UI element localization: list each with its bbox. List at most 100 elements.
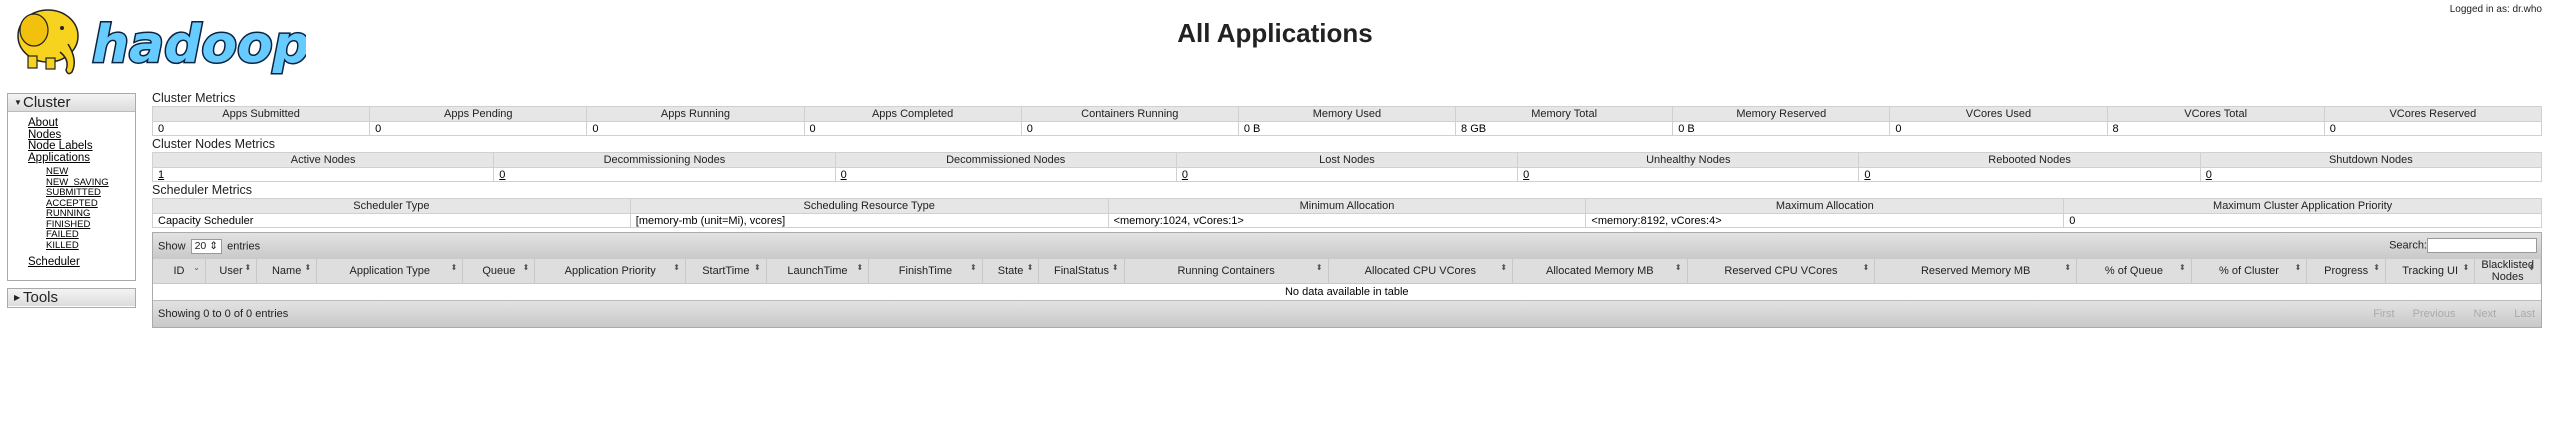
- column-header-launchtime[interactable]: LaunchTime ⬍: [766, 259, 870, 284]
- last-page-button[interactable]: Last: [2514, 308, 2535, 320]
- column-header-name[interactable]: Name ⬍: [256, 259, 318, 284]
- column-header-label: User: [219, 265, 243, 277]
- column-header-state[interactable]: State ⬍: [982, 259, 1040, 284]
- sort-both-icon: ⬍: [856, 263, 864, 272]
- column-header-label: Queue: [482, 265, 516, 277]
- active-nodes-link[interactable]: 1: [158, 169, 164, 181]
- column-header-allocated-cpu-vcores[interactable]: Allocated CPU VCores ⬍: [1328, 259, 1514, 284]
- entries-label: entries: [227, 240, 261, 253]
- nav-link-node-labels[interactable]: Node Labels: [28, 140, 135, 153]
- metric-header: Minimum Allocation: [1107, 198, 1587, 214]
- sort-both-icon: ⬍: [970, 263, 977, 272]
- search-input[interactable]: [2427, 238, 2537, 253]
- table-toolbar: Show 20 ⇕ entries Search:: [153, 233, 2541, 259]
- nav-state-submitted[interactable]: SUBMITTED: [46, 187, 135, 199]
- metric-header: Lost Nodes: [1175, 152, 1519, 168]
- nav-link-applications[interactable]: Applications: [28, 152, 135, 165]
- column-header--of-queue[interactable]: % of Queue ⬍: [2076, 259, 2192, 284]
- metric-value: Capacity Scheduler: [152, 213, 631, 228]
- column-header-finishtime[interactable]: FinishTime ⬍: [868, 259, 983, 284]
- nav-state-failed[interactable]: FAILED: [46, 229, 135, 241]
- column-header-queue[interactable]: Queue ⬍: [462, 259, 536, 284]
- sort-both-icon: ⬍: [2178, 263, 2186, 272]
- metric-header: Apps Submitted: [151, 106, 371, 122]
- decommissioning-nodes-link[interactable]: 0: [499, 169, 505, 181]
- sort-both-icon: ⬍: [1111, 263, 1119, 272]
- sort-both-icon: ⬍: [2528, 263, 2535, 272]
- nav-cluster-header[interactable]: ▼Cluster: [8, 94, 135, 112]
- column-header-running-containers[interactable]: Running Containers ⬍: [1124, 259, 1329, 284]
- metric-header: Shutdown Nodes: [2199, 152, 2543, 168]
- column-header-label: StartTime: [702, 265, 750, 277]
- metric-value: <memory:8192, vCores:4>: [1585, 213, 2065, 228]
- unhealthy-nodes-link[interactable]: 0: [1523, 169, 1529, 181]
- column-header-blacklisted-nodes[interactable]: Blacklisted Nodes ⬍: [2474, 259, 2541, 284]
- metric-header: Maximum Allocation: [1585, 198, 2065, 214]
- sort-both-icon: ⬍: [2294, 263, 2302, 272]
- sort-both-icon: ⬍: [450, 263, 458, 272]
- cluster-metrics-title: Cluster Metrics: [152, 91, 236, 105]
- column-header-label: Progress: [2324, 265, 2369, 277]
- column-header-starttime[interactable]: StartTime ⬍: [685, 259, 767, 284]
- column-header-label: % of Cluster: [2219, 265, 2279, 277]
- column-header-reserved-cpu-vcores[interactable]: Reserved CPU VCores ⬍: [1687, 259, 1876, 284]
- column-header-label: ID: [173, 265, 185, 277]
- metric-value: <memory:1024, vCores:1>: [1107, 213, 1587, 228]
- first-page-button[interactable]: First: [2373, 308, 2394, 320]
- expanded-triangle-icon: ▼: [14, 98, 22, 107]
- column-header--of-cluster[interactable]: % of Cluster ⬍: [2191, 259, 2308, 284]
- column-header-id[interactable]: ID ⌄: [153, 259, 206, 284]
- column-header-label: Running Containers: [1177, 265, 1275, 277]
- metric-header: Unhealthy Nodes: [1517, 152, 1860, 168]
- column-header-application-priority[interactable]: Application Priority ⬍: [534, 259, 686, 284]
- metric-value: 0 B: [1672, 121, 1891, 136]
- column-header-label: Application Type: [349, 265, 431, 277]
- metric-value: 0: [586, 121, 805, 136]
- table-info: Showing 0 to 0 of 0 entries: [158, 308, 289, 320]
- metric-header: Active Nodes: [151, 152, 495, 168]
- column-header-label: Allocated Memory MB: [1546, 265, 1654, 277]
- nav-tools-header[interactable]: ▶ Tools: [8, 289, 135, 306]
- column-header-progress[interactable]: Progress ⬍: [2306, 259, 2386, 284]
- page-title: All Applications: [1177, 18, 1373, 48]
- show-label: Show: [158, 240, 186, 253]
- metric-header: Apps Running: [586, 106, 805, 122]
- nav-link-scheduler[interactable]: Scheduler: [28, 256, 135, 269]
- nav-state-running[interactable]: RUNNING: [46, 208, 135, 220]
- shutdown-nodes-link[interactable]: 0: [2206, 169, 2212, 181]
- metric-header: Apps Completed: [803, 106, 1022, 122]
- column-header-label: Application Priority: [564, 265, 656, 277]
- column-header-label: Name: [271, 265, 302, 277]
- column-header-label: Blacklisted Nodes: [2481, 259, 2534, 283]
- previous-page-button[interactable]: Previous: [2413, 308, 2456, 320]
- rebooted-nodes-link[interactable]: 0: [1864, 169, 1870, 181]
- metric-value: 0: [2323, 121, 2543, 136]
- decommissioned-nodes-link[interactable]: 0: [841, 169, 847, 181]
- node-metrics-table: Active Nodes Decommissioning Nodes Decom…: [151, 152, 2543, 182]
- metric-header: Memory Total: [1455, 106, 1674, 122]
- cluster-metrics-table: Apps Submitted Apps Pending Apps Running…: [151, 106, 2543, 136]
- sort-both-icon: ⬍: [304, 263, 312, 272]
- sort-both-icon: ⬍: [2064, 263, 2072, 272]
- metric-value: 0 B: [1237, 121, 1457, 136]
- applications-table: ID ⌄ User ⬍ Name ⬍ Application Type ⬍ Queue ⬍ Appl…: [153, 259, 2541, 300]
- metric-header: VCores Used: [1889, 106, 2108, 122]
- column-header-user[interactable]: User ⬍: [205, 259, 258, 284]
- column-header-label: Allocated CPU VCores: [1364, 265, 1476, 277]
- nav-state-new[interactable]: NEW: [46, 166, 135, 178]
- metric-header: Decommissioning Nodes: [493, 152, 836, 168]
- sort-both-icon: ⬍: [1862, 263, 1870, 272]
- table-footer: Showing 0 to 0 of 0 entries First Previo…: [153, 300, 2541, 327]
- column-header-finalstatus[interactable]: FinalStatus ⬍: [1038, 259, 1125, 284]
- column-header-allocated-memory-mb[interactable]: Allocated Memory MB ⬍: [1512, 259, 1688, 284]
- column-header-reserved-memory-mb[interactable]: Reserved Memory MB ⬍: [1874, 259, 2078, 284]
- metric-value: [memory-mb (unit=Mi), vcores]: [629, 213, 1109, 228]
- nav-link-about[interactable]: About: [28, 117, 135, 130]
- nav-state-killed[interactable]: KILLED: [46, 240, 135, 252]
- column-header-application-type[interactable]: Application Type ⬍: [316, 259, 464, 284]
- column-header-tracking-ui[interactable]: Tracking UI ⬍: [2385, 259, 2476, 284]
- next-page-button[interactable]: Next: [2474, 308, 2497, 320]
- metric-header: Apps Pending: [369, 106, 588, 122]
- lost-nodes-link[interactable]: 0: [1182, 169, 1188, 181]
- entries-length-select[interactable]: 20 ⇕: [190, 239, 223, 254]
